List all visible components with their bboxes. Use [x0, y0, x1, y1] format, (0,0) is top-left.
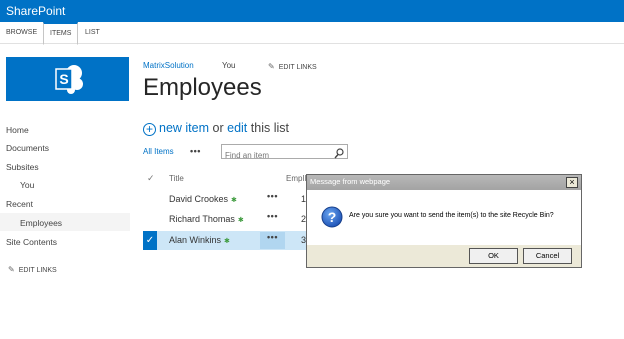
svg-text:S: S [59, 71, 68, 87]
ribbon: BROWSE ITEMS LIST [0, 22, 624, 45]
dialog-title-bar[interactable]: Message from webpage × [307, 175, 581, 190]
question-icon: ? [321, 206, 343, 233]
search-icon[interactable] [334, 146, 344, 164]
quicklaunch-subsites[interactable]: Subsites [6, 162, 39, 172]
confirm-dialog: Message from webpage × ? Are you sure yo… [306, 174, 582, 268]
table-row[interactable]: David Crookes ✱ ••• 1 [143, 190, 313, 209]
quicklaunch-documents[interactable]: Documents [6, 143, 49, 153]
column-header-title[interactable]: Title [169, 174, 184, 183]
pencil-icon: ✎ [8, 265, 15, 274]
row-title[interactable]: Alan Winkins [169, 235, 221, 245]
quicklaunch-home[interactable]: Home [6, 125, 29, 135]
topnav-you[interactable]: You [222, 61, 236, 70]
top-edit-links[interactable]: ✎ EDIT LINKS [268, 62, 317, 71]
this-list-text: this list [250, 121, 289, 135]
quicklaunch-site-contents[interactable]: Site Contents [6, 237, 57, 247]
left-edit-links-label: EDIT LINKS [18, 267, 57, 274]
quicklaunch-recent[interactable]: Recent [6, 199, 33, 209]
table-row[interactable]: Richard Thomas ✱ ••• 2 [143, 210, 313, 229]
tab-items[interactable]: ITEMS [43, 22, 79, 45]
new-item-command: + new item or edit this list [143, 121, 289, 136]
row-title[interactable]: Richard Thomas [169, 214, 235, 224]
new-item-icon: ✱ [237, 217, 244, 224]
new-item-icon: ✱ [231, 197, 237, 204]
row-title[interactable]: David Crookes [169, 194, 228, 204]
cancel-button[interactable]: Cancel [523, 248, 572, 264]
tab-list[interactable]: LIST [79, 22, 106, 44]
quicklaunch-employees[interactable]: Employees [20, 218, 62, 228]
tab-browse[interactable]: BROWSE [0, 22, 43, 44]
site-logo[interactable]: S [6, 57, 129, 101]
dialog-message: Are you sure you want to send the item(s… [349, 212, 554, 219]
svg-text:?: ? [328, 209, 337, 225]
pencil-icon: ✎ [268, 62, 275, 71]
row-menu-ellipsis[interactable]: ••• [260, 232, 285, 249]
page-title: Employees [143, 74, 262, 101]
new-item-link[interactable]: new item [159, 121, 209, 135]
dialog-title: Message from webpage [310, 177, 391, 186]
suite-bar: SharePoint [0, 0, 624, 22]
search-box [221, 144, 348, 162]
row-checkbox-checked[interactable]: ✓ [143, 231, 157, 250]
dialog-body: ? Are you sure you want to send the item… [307, 190, 581, 245]
or-text: or [212, 121, 224, 135]
site-link-matrixsolution[interactable]: MatrixSolution [143, 61, 194, 70]
sharepoint-brand[interactable]: SharePoint [6, 4, 65, 18]
edit-list-link[interactable]: edit [227, 121, 247, 135]
row-checkbox[interactable] [143, 190, 157, 209]
search-input[interactable] [222, 149, 322, 162]
add-circle-icon[interactable]: + [143, 123, 156, 136]
view-more-ellipsis[interactable]: ••• [190, 146, 201, 156]
row-menu-ellipsis[interactable]: ••• [260, 211, 285, 228]
sharepoint-logo-icon: S [55, 65, 83, 94]
view-all-items[interactable]: All Items [143, 147, 174, 156]
close-icon[interactable]: × [566, 177, 578, 188]
table-row-selected[interactable]: ✓ Alan Winkins ✱ ••• 3 [143, 231, 313, 250]
top-edit-links-label: EDIT LINKS [278, 64, 317, 71]
quicklaunch-you[interactable]: You [20, 180, 34, 190]
row-menu-ellipsis[interactable]: ••• [260, 191, 285, 208]
row-checkbox[interactable] [143, 210, 157, 229]
select-all-check[interactable]: ✓ [147, 173, 155, 184]
new-item-icon: ✱ [224, 238, 230, 245]
ok-button[interactable]: OK [469, 248, 518, 264]
left-edit-links[interactable]: ✎ EDIT LINKS [8, 265, 57, 274]
